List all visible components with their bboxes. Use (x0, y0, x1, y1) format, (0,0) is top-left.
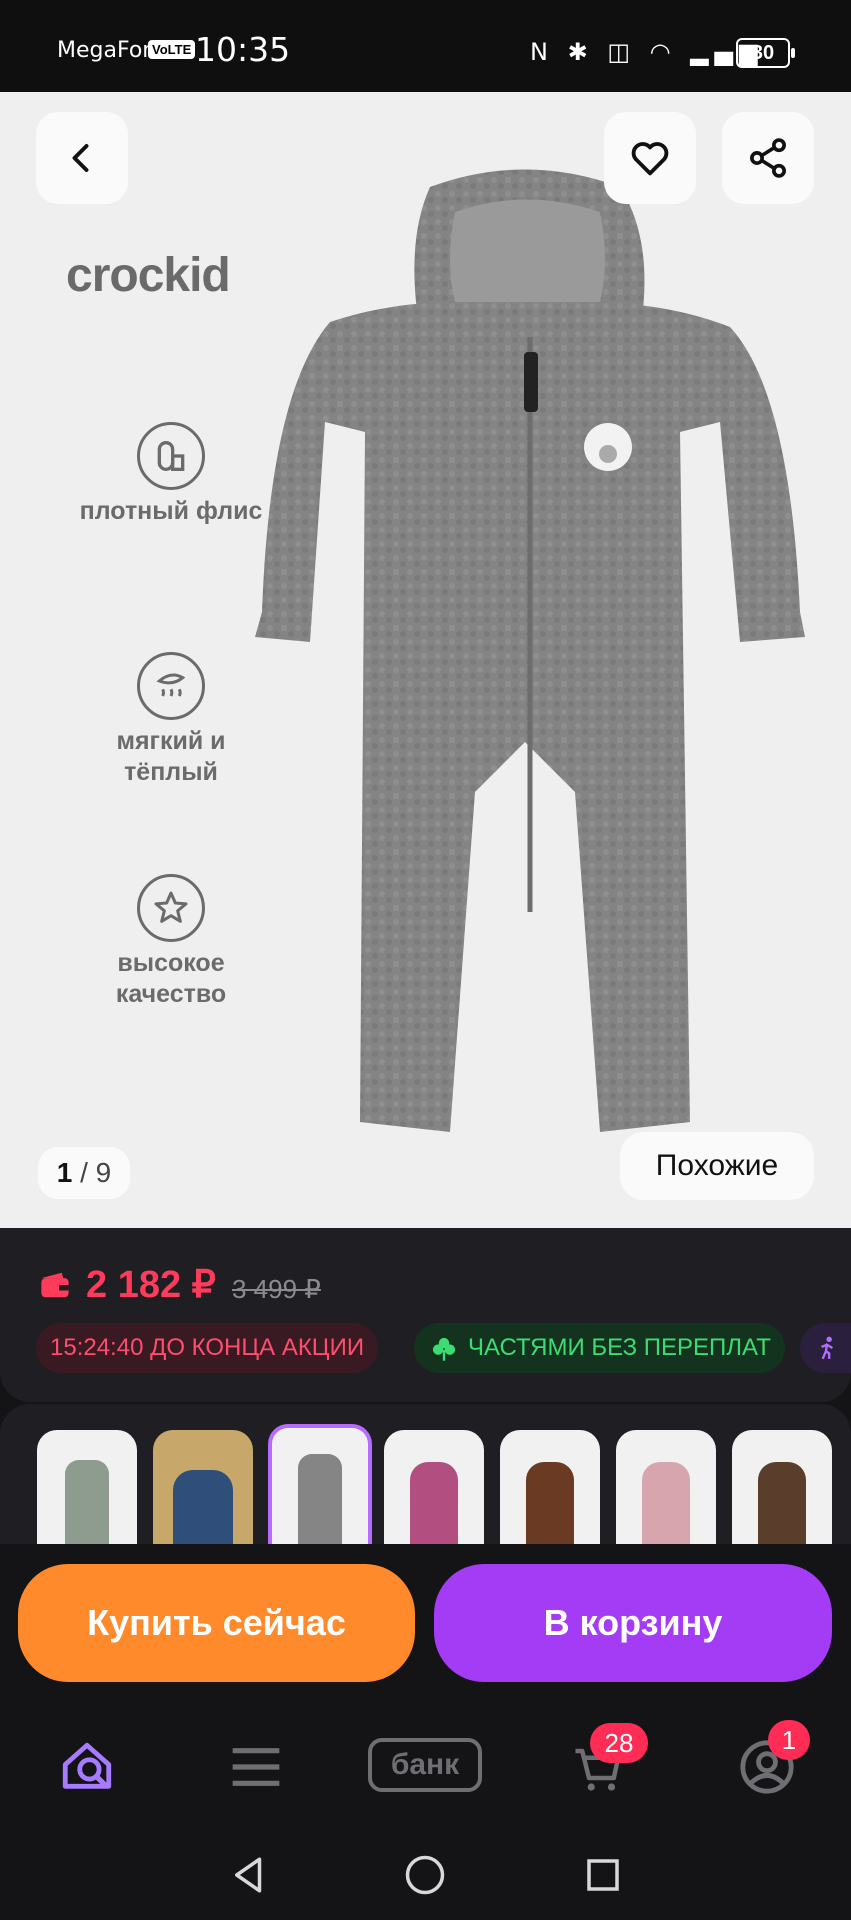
heart-icon (631, 142, 669, 176)
favorite-button[interactable] (604, 112, 696, 204)
brand-logo: crockid (66, 249, 231, 302)
variant-swatch (642, 1462, 690, 1544)
profile-notification-badge: 1 (768, 1720, 810, 1760)
variant-swatch (173, 1470, 233, 1544)
carrier-name: MegaFon (57, 38, 157, 63)
variant-swatch (410, 1462, 458, 1544)
back-button[interactable] (36, 112, 128, 204)
variant-thumb[interactable] (153, 1430, 253, 1544)
wallet-icon (41, 1272, 69, 1298)
similar-button[interactable]: Похожие (620, 1132, 814, 1200)
current-price: 2 182 ₽ (86, 1264, 216, 1306)
price-card (0, 1228, 851, 1402)
status-icons: N ✱ ◫ ◠ ▂▄▆ (530, 38, 764, 66)
variant-swatch (758, 1462, 806, 1544)
feature-label: мягкий и тёплый (116, 727, 226, 786)
variant-thumb[interactable] (732, 1430, 832, 1544)
star-quality-icon (137, 874, 205, 942)
promo-timer-chip[interactable]: 15:24:40 ДО КОНЦА АКЦИИ (36, 1323, 379, 1373)
share-button[interactable] (722, 112, 814, 204)
volte-badge: VoLTE (148, 40, 196, 59)
add-to-cart-button[interactable]: В корзину (434, 1564, 832, 1682)
variant-thumb-selected[interactable] (268, 1424, 372, 1544)
variant-thumb[interactable] (37, 1430, 137, 1544)
chevron-left-icon (72, 144, 89, 172)
variant-swatch (526, 1462, 574, 1544)
installment-chip[interactable]: ЧАСТЯМИ БЕЗ ПЕРЕПЛАТ (414, 1323, 785, 1373)
running-person-icon (821, 1336, 834, 1360)
variant-thumb[interactable] (616, 1430, 716, 1544)
system-home-icon[interactable] (404, 1854, 446, 1896)
system-recents-icon[interactable] (582, 1854, 624, 1896)
variant-swatch (298, 1454, 342, 1544)
counter-current: 1 (56, 1157, 73, 1188)
home-search-icon[interactable] (58, 1738, 116, 1796)
clock: 10:35 (195, 30, 291, 69)
cart-count-badge: 28 (590, 1723, 648, 1763)
fleece-roll-icon (137, 422, 205, 490)
bank-tab[interactable]: банк (368, 1738, 482, 1792)
variant-swatch (65, 1460, 109, 1544)
catalog-menu-icon[interactable] (228, 1742, 284, 1792)
image-counter: 1 / 9 (38, 1147, 130, 1199)
product-gallery[interactable]: crockid плотный флис мягкий и тёплый выс… (0, 92, 851, 1228)
extra-chip[interactable] (800, 1323, 851, 1373)
buy-now-button[interactable]: Купить сейчас (18, 1564, 415, 1682)
feature-label: плотный флис (79, 497, 263, 525)
variant-thumb[interactable] (500, 1430, 600, 1544)
battery-icon: 30 (736, 38, 795, 68)
installment-label: ЧАСТЯМИ БЕЗ ПЕРЕПЛАТ (468, 1334, 771, 1361)
system-back-icon[interactable] (228, 1854, 270, 1896)
variant-thumb[interactable] (384, 1430, 484, 1544)
share-icon (750, 138, 786, 178)
clover-icon (432, 1337, 456, 1361)
counter-total: / 9 (80, 1157, 112, 1188)
feather-warm-icon (137, 652, 205, 720)
old-price: 3 499 ₽ (232, 1274, 321, 1304)
feature-label: высокое качество (115, 949, 227, 1008)
